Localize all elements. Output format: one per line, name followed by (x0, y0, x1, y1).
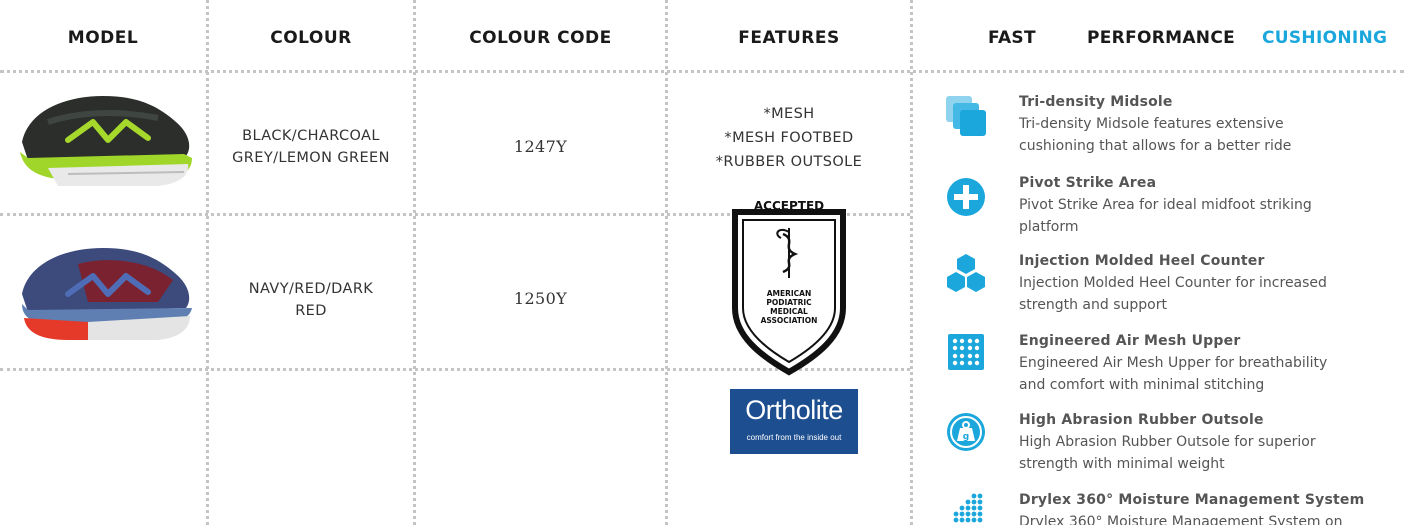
shoe-image-black-lemon-green (20, 96, 192, 186)
header-model: MODEL (67, 28, 139, 48)
colour-cell: BLACK/CHARCOAL GREY/LEMON GREEN (209, 125, 413, 169)
weight-g-icon: g (947, 413, 985, 451)
shoe-image-navy-red (22, 248, 192, 340)
tech-feature: Tri-density Midsole Tri-density Midsole … (1019, 91, 1399, 157)
svg-text:g: g (963, 432, 969, 442)
tab-cushioning[interactable]: CUSHIONING (1262, 28, 1387, 48)
tech-feature-desc: strength and support (1019, 297, 1167, 313)
tech-feature: High Abrasion Rubber Outsole High Abrasi… (1019, 409, 1399, 475)
layers-icon (946, 96, 986, 136)
apma-line: PODIATRIC (766, 298, 812, 307)
apma-line: MEDICAL (770, 307, 808, 316)
tech-feature-desc: High Abrasion Rubber Outsole for superio… (1019, 434, 1316, 450)
apma-line: ASSOCIATION (761, 316, 818, 325)
tech-feature-title: Tri-density Midsole (1019, 94, 1173, 110)
ortholite-logo: Ortholite comfort from the inside out (730, 389, 858, 454)
tech-feature-desc: Engineered Air Mesh Upper for breathabil… (1019, 355, 1328, 371)
colour-line: GREY/LEMON GREEN (232, 150, 390, 166)
tech-feature-title: Pivot Strike Area (1019, 175, 1157, 191)
tech-feature-desc: platform (1019, 219, 1079, 235)
column-divider (413, 0, 416, 525)
colour-code-cell: 1247Y (513, 137, 568, 156)
tech-feature: Pivot Strike Area Pivot Strike Area for … (1019, 172, 1399, 238)
tech-feature-desc: strength with minimal weight (1019, 456, 1225, 472)
plus-circle-icon (947, 178, 985, 216)
feature-item: *MESH (763, 106, 815, 122)
tech-feature: Drylex 360° Moisture Management System D… (1019, 489, 1399, 525)
tab-fast[interactable]: FAST (988, 28, 1036, 48)
colour-code-cell: 1250Y (513, 289, 568, 308)
tech-feature-desc: Pivot Strike Area for ideal midfoot stri… (1019, 197, 1312, 213)
features-list: *MESH *MESH FOOTBED *RUBBER OUTSOLE (668, 102, 910, 174)
tech-feature-desc: Drylex 360° Moisture Management System o… (1019, 514, 1343, 525)
colour-cell: NAVY/RED/DARK RED (209, 278, 413, 322)
tech-feature: Engineered Air Mesh Upper Engineered Air… (1019, 330, 1399, 396)
feature-item: *RUBBER OUTSOLE (715, 154, 863, 170)
tech-feature-desc: and comfort with minimal stitching (1019, 377, 1265, 393)
tech-feature-desc: Tri-density Midsole features extensive (1019, 116, 1284, 132)
tech-feature-desc: cushioning that allows for a better ride (1019, 138, 1292, 154)
apma-top-text: ACCEPTED (754, 199, 824, 213)
dots-cluster-icon (953, 493, 983, 523)
apma-seal-logo: ACCEPTED AMERICAN PODIATRIC MEDICAL ASSO… (732, 199, 846, 376)
column-divider (910, 0, 913, 525)
hexagon-cluster-icon (947, 254, 985, 292)
tech-feature-title: Drylex 360° Moisture Management System (1019, 492, 1365, 508)
apma-line: AMERICAN (767, 289, 812, 298)
header-colour-code: COLOUR CODE (469, 28, 612, 48)
colour-line: NAVY/RED/DARK (248, 281, 374, 297)
tech-feature-desc: Injection Molded Heel Counter for increa… (1019, 275, 1327, 291)
colour-line: RED (295, 303, 327, 319)
tech-feature: Injection Molded Heel Counter Injection … (1019, 250, 1399, 316)
header-colour: COLOUR (270, 28, 352, 48)
header-features: FEATURES (738, 28, 840, 48)
ortholite-tagline: comfort from the inside out (746, 433, 842, 442)
header-divider (0, 70, 1404, 73)
column-divider (206, 0, 209, 525)
tech-feature-title: Engineered Air Mesh Upper (1019, 333, 1241, 349)
feature-item: *MESH FOOTBED (724, 130, 854, 146)
tech-feature-title: Injection Molded Heel Counter (1019, 253, 1265, 269)
colour-line: BLACK/CHARCOAL (242, 128, 380, 144)
column-divider (665, 0, 668, 525)
tab-performance[interactable]: PERFORMANCE (1087, 28, 1235, 48)
ortholite-name: Ortholite (745, 395, 843, 425)
tech-feature-title: High Abrasion Rubber Outsole (1019, 412, 1264, 428)
mesh-grid-icon (948, 334, 984, 370)
